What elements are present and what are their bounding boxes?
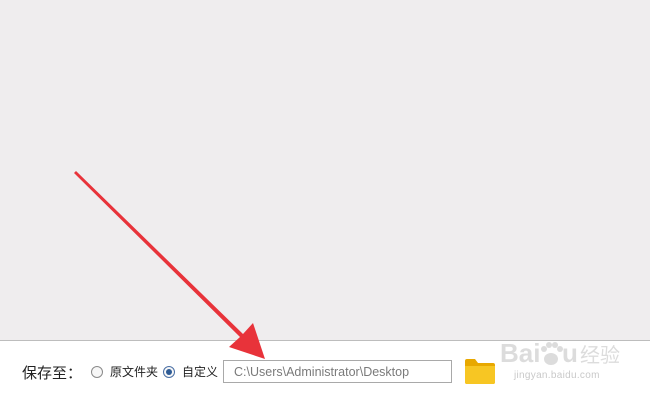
annotation-arrow: [74, 171, 265, 359]
